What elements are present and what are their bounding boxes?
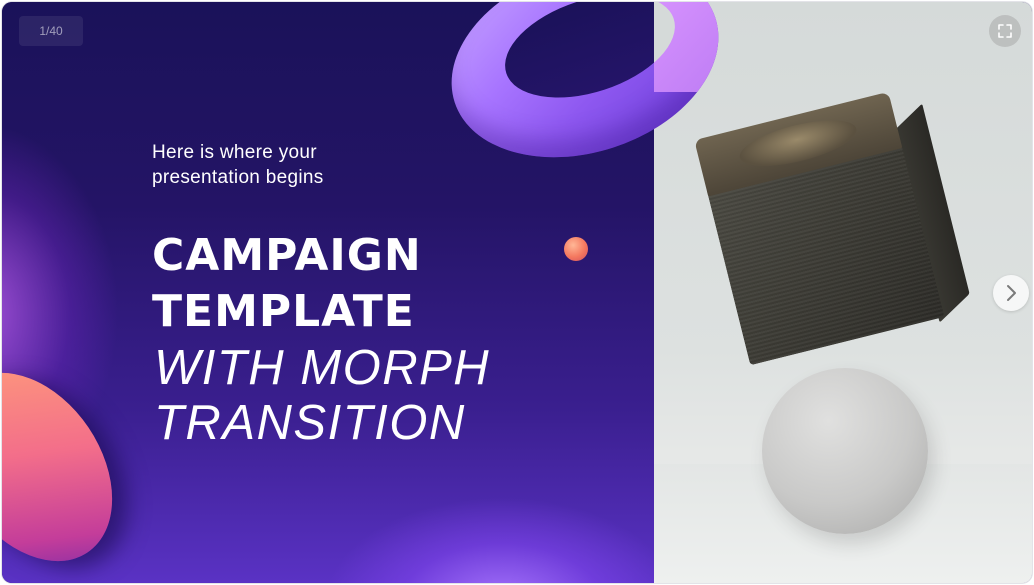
- subtitle-line: Here is where your: [152, 142, 317, 163]
- title-line-3: WITH MORPH: [154, 341, 491, 395]
- title-line-4: TRANSITION: [154, 396, 466, 450]
- chevron-right-icon: [1007, 285, 1016, 301]
- fullscreen-button[interactable]: [989, 15, 1021, 47]
- slide-counter: 1/40: [19, 16, 83, 46]
- torus-ring-overlap: [654, 2, 724, 92]
- slide-subtitle: Here is where your presentation begins: [152, 140, 324, 190]
- title-line-2: TEMPLATE: [152, 286, 415, 337]
- fullscreen-icon: [998, 24, 1012, 38]
- disc-stand-image: [762, 368, 928, 534]
- small-sphere-shape: [564, 237, 588, 261]
- slide-viewer: Here is where your presentation begins C…: [2, 2, 1032, 583]
- title-line-1: CAMPAIGN: [152, 230, 422, 281]
- next-slide-button[interactable]: [993, 275, 1029, 311]
- subtitle-line: presentation begins: [152, 167, 324, 188]
